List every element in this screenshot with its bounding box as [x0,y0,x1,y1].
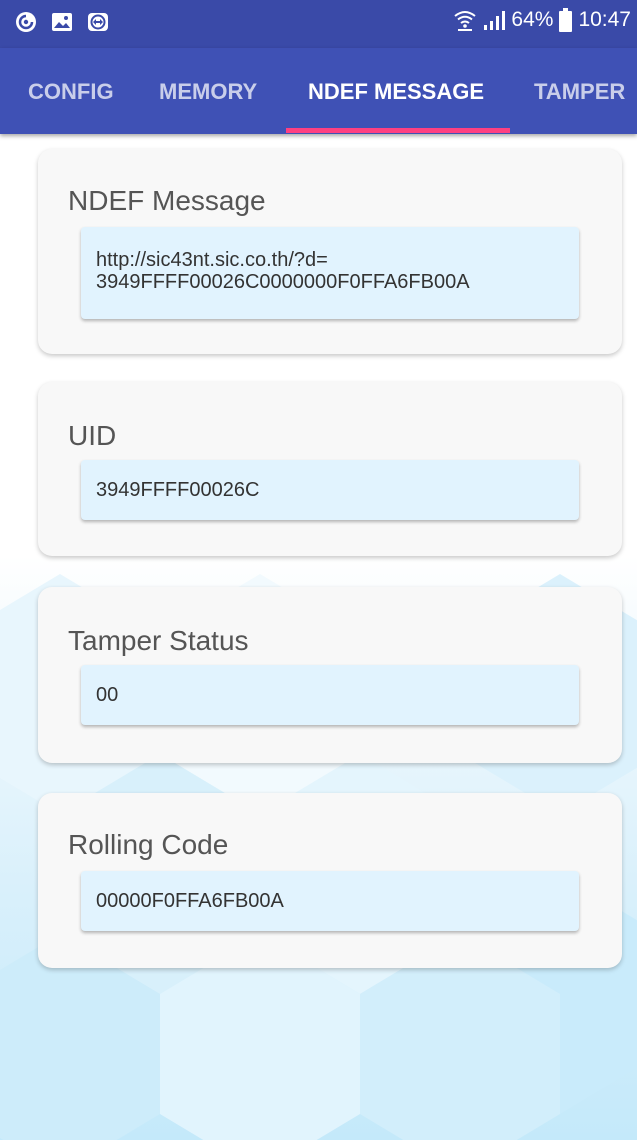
uid-field[interactable]: 3949FFFF00026C [81,460,579,520]
content-area: NDEF Message http://sic43nt.sic.co.th/?d… [0,134,637,1140]
ndef-message-field[interactable]: http://sic43nt.sic.co.th/?d= 3949FFFF000… [81,227,579,319]
status-left-icons [14,10,110,34]
signal-icon [484,11,506,30]
rolling-code-field[interactable]: 00000F0FFA6FB00A [81,871,579,931]
tamper-status-card: Tamper Status 00 [38,587,622,763]
clock: 10:47 [578,8,631,31]
image-icon [52,13,72,31]
tab-memory[interactable]: MEMORY [159,48,257,134]
wifi-icon [454,11,477,31]
uid-card: UID 3949FFFF00026C [38,382,622,556]
transfer-icon [88,13,108,31]
active-tab-indicator [286,128,510,133]
tab-ndef-message[interactable]: NDEF MESSAGE [308,48,484,134]
status-right: 64% 10:47 [453,8,631,32]
notification-icon [16,12,36,32]
battery-icon [559,8,573,32]
tab-tamper[interactable]: TAMPER [534,48,625,134]
tamper-status-field[interactable]: 00 [81,665,579,725]
battery-percent: 64% [511,8,554,31]
uid-label: UID [68,420,117,451]
ndef-message-label: NDEF Message [68,185,266,216]
tab-config[interactable]: CONFIG [28,48,114,134]
tab-bar: CONFIG MEMORY NDEF MESSAGE TAMPER [0,48,637,134]
rolling-code-card: Rolling Code 00000F0FFA6FB00A [38,793,622,968]
status-bar: 64% 10:47 [0,0,637,48]
ndef-message-card: NDEF Message http://sic43nt.sic.co.th/?d… [38,149,622,354]
tamper-status-label: Tamper Status [68,625,249,656]
rolling-code-label: Rolling Code [68,829,229,860]
